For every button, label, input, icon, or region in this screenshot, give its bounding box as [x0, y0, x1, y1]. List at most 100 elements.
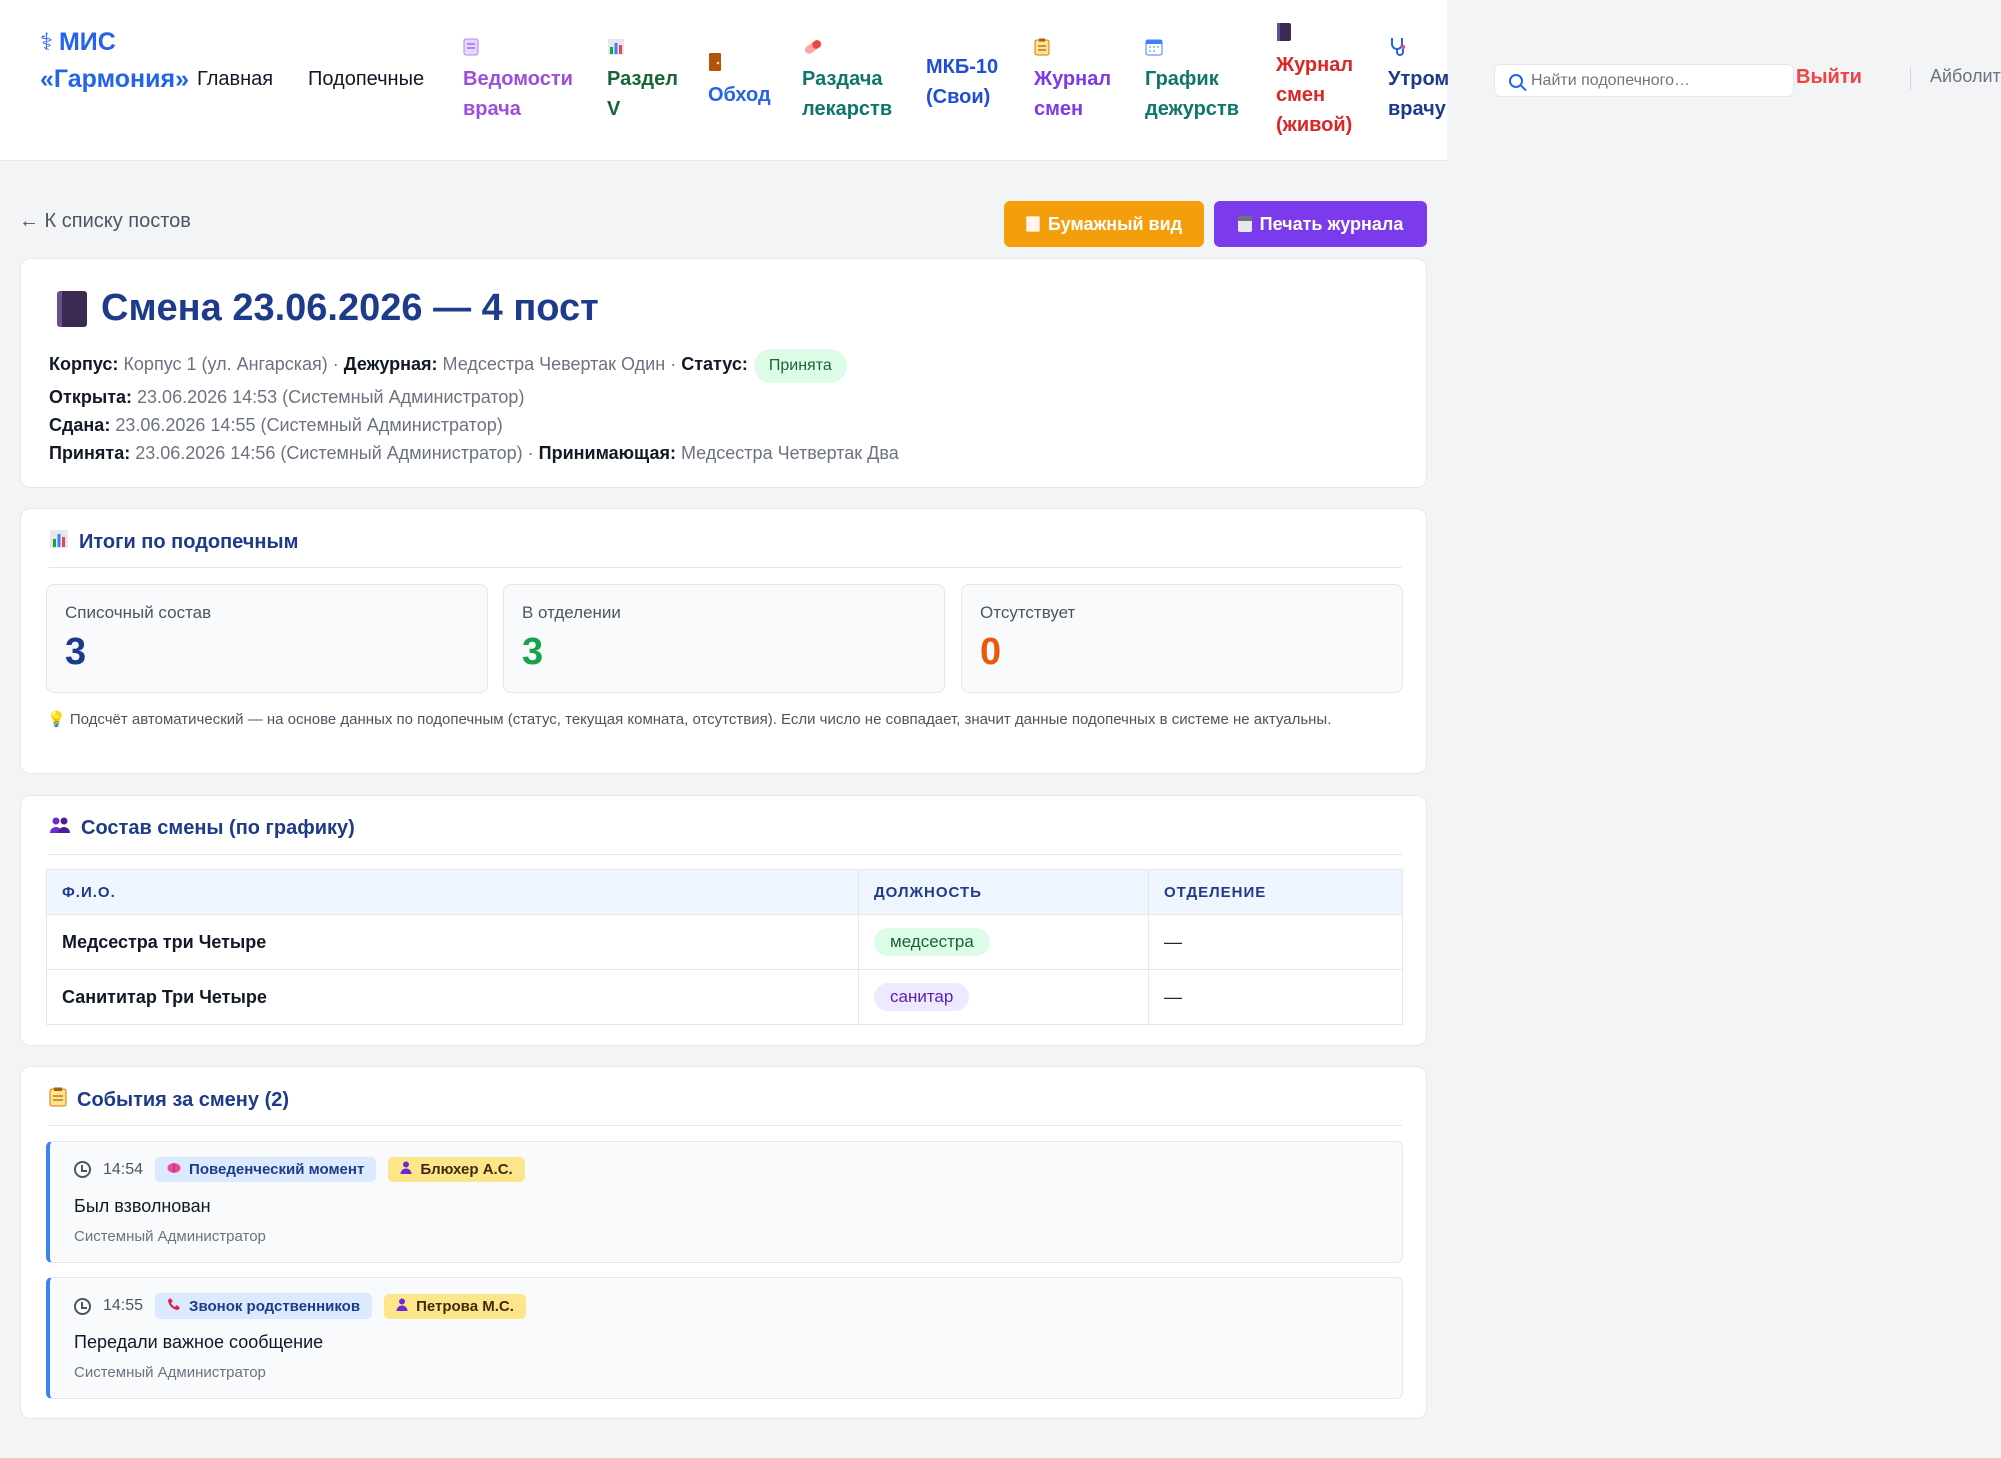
current-user[interactable]: Айболит	[1930, 66, 2001, 87]
nav-home[interactable]: Главная	[197, 64, 273, 94]
book-icon	[57, 290, 87, 327]
event-text: Был взволнован	[74, 1196, 211, 1216]
staff-title: Состав смены (по графику)	[49, 816, 355, 840]
header-divider	[1910, 68, 1911, 90]
events-card: События за смену (2) 14:54 Поведенческий…	[20, 1066, 1427, 1419]
nav-icd10[interactable]: МКБ-10 (Свои)	[926, 52, 998, 112]
shift-title: Смена 23.06.2026 — 4 пост	[57, 287, 599, 330]
col-department: ОТДЕЛЕНИЕ	[1148, 869, 1403, 915]
shift-accepted: Принята: 23.06.2026 14:56 (Системный Адм…	[49, 443, 899, 463]
nav-rounds[interactable]: Обход	[708, 52, 771, 110]
phone-icon	[167, 1297, 181, 1315]
totals-note: 💡 Подсчёт автоматический — на основе дан…	[47, 711, 1332, 728]
nav-live-shift-journal[interactable]: Журнал смен (живой)	[1276, 22, 1353, 140]
bar-chart-icon	[49, 529, 69, 555]
events-title: События за смену (2)	[49, 1087, 289, 1113]
event-person-tag[interactable]: Блюхер А.С.	[388, 1157, 525, 1182]
nav-medication[interactable]: Раздача лекарств	[802, 36, 892, 124]
search-icon	[1509, 73, 1523, 88]
staff-dept: —	[1148, 969, 1403, 1025]
nav-duty-schedule[interactable]: График дежурств	[1145, 36, 1239, 124]
shift-opened: Открыта: 23.06.2026 14:53 (Системный Адм…	[49, 387, 525, 407]
search-input[interactable]	[1531, 71, 1781, 90]
calendar-icon	[1145, 36, 1239, 64]
shift-meta-row-1: Корпус: Корпус 1 (ул. Ангарская) · Дежур…	[49, 349, 847, 383]
role-badge: медсестра	[874, 928, 990, 956]
shift-handed: Сдана: 23.06.2026 14:55 (Системный Админ…	[49, 415, 503, 435]
door-icon	[708, 52, 771, 80]
brain-icon	[167, 1161, 181, 1178]
lightbulb-icon: 💡	[47, 711, 66, 728]
stethoscope-icon	[1388, 36, 1449, 64]
nav-wards[interactable]: Подопечные	[308, 64, 424, 94]
people-icon	[49, 816, 71, 840]
person-icon	[396, 1298, 408, 1315]
book-icon	[1276, 22, 1353, 50]
stat-in-department: В отделении 3	[503, 584, 945, 693]
status-badge: Принята	[753, 349, 847, 383]
stat-label: В отделении	[522, 603, 621, 622]
person-icon	[400, 1161, 412, 1178]
event-person-tag[interactable]: Петрова М.С.	[384, 1293, 526, 1319]
col-position: ДОЛЖНОСТЬ	[858, 869, 1149, 915]
event-author: Системный Администратор	[74, 1228, 266, 1245]
event-item[interactable]: 14:54 Поведенческий момент Блюхер А.С. Б…	[46, 1141, 1403, 1263]
pill-icon	[802, 36, 892, 64]
stat-label: Отсутствует	[980, 603, 1076, 622]
staff-table: Ф.И.О. ДОЛЖНОСТЬ ОТДЕЛЕНИЕ Медсестра три…	[46, 869, 1403, 1025]
stat-value: 3	[65, 631, 87, 673]
nav-morning-to-doctor[interactable]: Утром врачу	[1388, 36, 1449, 124]
event-type-tag: Поведенческий момент	[155, 1157, 377, 1182]
section-divider	[49, 567, 1402, 568]
event-item[interactable]: 14:55 Звонок родственников Петрова М.С. …	[46, 1277, 1403, 1399]
event-type-tag: Звонок родственников	[155, 1293, 373, 1319]
shift-info-card: Смена 23.06.2026 — 4 пост Корпус: Корпус…	[20, 258, 1427, 488]
event-meta: 14:55 Звонок родственников Петрова М.С.	[74, 1293, 526, 1319]
clipboard-icon	[49, 1087, 67, 1113]
bar-chart-icon	[607, 36, 678, 64]
event-author: Системный Администратор	[74, 1364, 266, 1381]
nav-doctor-sheets[interactable]: Ведомости врача	[463, 36, 573, 124]
staff-name: Медсестра три Четыре	[46, 914, 859, 970]
stat-absent: Отсутствует 0	[961, 584, 1403, 693]
stat-roster: Списочный состав 3	[46, 584, 488, 693]
top-navbar: ⚕ МИС «Гармония» Главная Подопечные Ведом…	[0, 0, 1449, 161]
clock-icon	[74, 1297, 91, 1315]
nav-section-v[interactable]: Раздел V	[607, 36, 678, 124]
role-badge: санитар	[874, 983, 970, 1011]
totals-title: Итоги по подопечным	[49, 529, 298, 555]
staff-role-cell: санитар	[858, 969, 1149, 1025]
app-logo[interactable]: ⚕ МИС «Гармония»	[40, 24, 189, 98]
staff-card: Состав смены (по графику) Ф.И.О. ДОЛЖНОС…	[20, 795, 1427, 1046]
col-fio: Ф.И.О.	[46, 869, 859, 915]
document-icon	[463, 36, 573, 64]
paper-view-button[interactable]: Бумажный вид	[1004, 201, 1204, 247]
stat-value: 0	[980, 631, 1002, 673]
section-divider	[49, 854, 1402, 855]
totals-card: Итоги по подопечным Списочный состав 3 В…	[20, 508, 1427, 774]
section-divider	[49, 1125, 1402, 1126]
event-text: Передали важное сообщение	[74, 1332, 324, 1352]
event-time: 14:54	[103, 1160, 144, 1178]
stat-value: 3	[522, 631, 544, 673]
logout-link[interactable]: Выйти	[1796, 66, 1862, 89]
table-row: Медсестра три Четыре медсестра —	[46, 914, 1403, 970]
paper-view-label: Бумажный вид	[1047, 213, 1183, 234]
event-time: 14:55	[103, 1297, 144, 1314]
staff-role-cell: медсестра	[858, 914, 1149, 970]
shift-title-text: Смена 23.06.2026 — 4 пост	[101, 287, 599, 329]
staff-name: Санититар Три Четыре	[46, 969, 859, 1025]
event-meta: 14:54 Поведенческий момент Блюхер А.С.	[74, 1157, 525, 1182]
print-journal-button[interactable]: Печать журнала	[1214, 201, 1427, 247]
paper-icon	[1025, 216, 1040, 232]
clipboard-icon	[1034, 36, 1111, 64]
clock-icon	[74, 1161, 91, 1178]
staff-dept: —	[1148, 914, 1403, 970]
nav-shift-journal[interactable]: Журнал смен	[1034, 36, 1111, 124]
caduceus-icon: ⚕	[40, 29, 53, 56]
search-box[interactable]	[1494, 64, 1794, 97]
back-to-posts-link[interactable]: ← К списку постов	[19, 210, 191, 233]
print-journal-label: Печать журнала	[1259, 213, 1404, 234]
table-row: Санититар Три Четыре санитар —	[46, 969, 1403, 1025]
stat-label: Списочный состав	[65, 603, 212, 622]
